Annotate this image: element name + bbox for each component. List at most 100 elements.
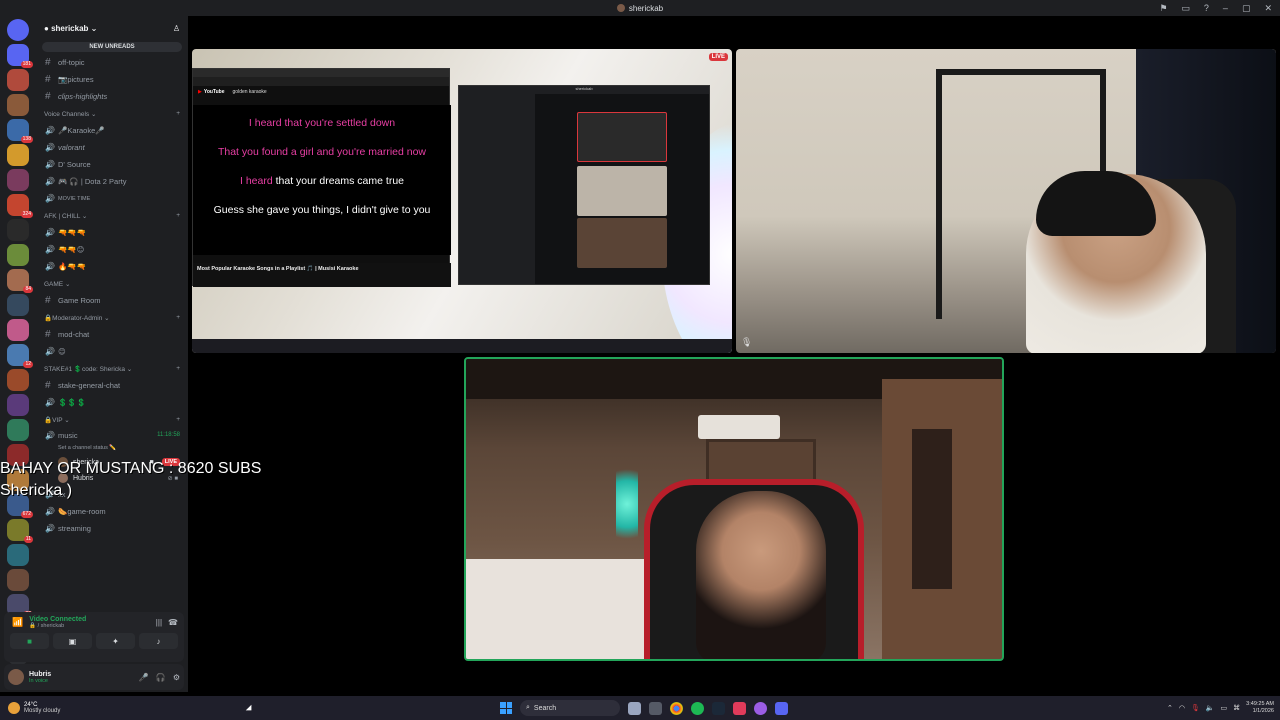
mic-icon[interactable]: 🎙 xyxy=(1191,704,1200,712)
mute-mic-icon[interactable]: 🎤 xyxy=(139,673,149,682)
settings-icon[interactable]: ⚙ xyxy=(173,673,180,682)
voice-channel-afk-3[interactable]: 🔊 🔥🔫🔫 xyxy=(36,258,188,275)
volume-icon[interactable]: 🔈 xyxy=(1206,704,1215,712)
voice-channel-streaming[interactable]: 🔊 streaming xyxy=(36,520,188,537)
server-icon[interactable] xyxy=(7,219,29,241)
channel-mod-chat[interactable]: # mod-chat xyxy=(36,326,188,343)
network-icon[interactable]: ⌘ xyxy=(1233,704,1240,712)
server-icon[interactable] xyxy=(7,319,29,341)
taskbar-search[interactable]: ⌕ Search xyxy=(520,700,620,716)
server-icon[interactable] xyxy=(7,169,29,191)
server-icon[interactable] xyxy=(7,419,29,441)
voice-channel-valorant[interactable]: 🔊 valorant xyxy=(36,139,188,156)
noise-suppression-icon[interactable]: ||| xyxy=(156,618,162,627)
app-icon[interactable] xyxy=(754,701,767,715)
taskbar-clock[interactable]: 3:49:25 AM 1/1/2026 xyxy=(1246,701,1274,715)
channel-clips-highlights[interactable]: # clips-highlights xyxy=(36,88,188,105)
voice-timer: 11:18:58 xyxy=(157,432,180,438)
soundboard-button[interactable]: ♪ xyxy=(139,633,178,649)
add-member-icon[interactable]: ♙ xyxy=(173,24,180,33)
channel-game-room[interactable]: # Game Room xyxy=(36,292,188,309)
voice-status[interactable]: Video Connected xyxy=(29,616,86,623)
add-channel-icon[interactable]: + xyxy=(176,110,180,117)
server-icon[interactable]: 12 xyxy=(7,344,33,368)
maximize-button[interactable]: ▢ xyxy=(1242,3,1251,14)
monitor-icon[interactable]: ▭ xyxy=(1181,3,1190,14)
category-vip[interactable]: 🔒VIP ⌄ + xyxy=(36,411,188,428)
inbox-icon[interactable]: ⚑ xyxy=(1159,3,1167,14)
channel-pictures[interactable]: # 📷pictures xyxy=(36,71,188,88)
server-icon[interactable] xyxy=(7,394,29,416)
start-button[interactable] xyxy=(500,702,512,714)
voice-channel-dsource[interactable]: 🔊 D' Source xyxy=(36,156,188,173)
server-icon[interactable]: 324 xyxy=(7,194,33,218)
stream-tile-screenshare[interactable]: YouTube golden karaoke I heard that you'… xyxy=(192,49,732,353)
category-voice[interactable]: Voice Channels ⌄ + xyxy=(36,105,188,122)
stream-tile-camera-shericka[interactable] xyxy=(464,357,1004,661)
voice-channel-path[interactable]: 🔒 / sherickab xyxy=(29,623,86,629)
server-icon[interactable]: 181 xyxy=(7,44,33,68)
category-afk[interactable]: AFK | CHILL ⌄ + xyxy=(36,207,188,224)
server-icon[interactable]: 138 xyxy=(7,119,33,143)
add-channel-icon[interactable]: + xyxy=(176,365,180,372)
close-button[interactable]: ✕ xyxy=(1264,3,1272,14)
chrome-icon[interactable] xyxy=(670,701,683,715)
category-label: VIP xyxy=(52,416,63,424)
tray-chevron-icon[interactable]: ⌃ xyxy=(1167,704,1173,712)
server-icon[interactable] xyxy=(7,369,29,391)
home-icon[interactable] xyxy=(7,19,29,41)
category-stake[interactable]: STAKE#1 💲code: Shericka ⌄ + xyxy=(36,360,188,377)
task-view-icon[interactable] xyxy=(649,701,662,715)
camera-button[interactable]: ■ xyxy=(10,633,49,649)
server-badge: 12 xyxy=(23,361,33,368)
wifi-icon[interactable]: ◠ xyxy=(1179,704,1185,712)
minimize-button[interactable]: – xyxy=(1223,3,1228,13)
widget-app-icon[interactable] xyxy=(628,701,641,715)
discord-icon[interactable] xyxy=(775,701,788,715)
server-icon[interactable]: 11 xyxy=(7,519,33,543)
category-mod[interactable]: 🔒Moderator-Admin ⌄ + xyxy=(36,309,188,326)
spotify-icon[interactable] xyxy=(691,701,704,715)
new-unreads-pill[interactable]: NEW UNREADS xyxy=(42,42,182,52)
voice-channel-music[interactable]: 🔊 music 11:18:58 xyxy=(36,428,188,442)
headphones-icon[interactable]: 🎧 xyxy=(156,673,166,682)
voice-channel-movie-time[interactable]: 🔊 MOVIE TIME xyxy=(36,190,188,207)
voice-channel-mod[interactable]: 🔊 😊 xyxy=(36,343,188,360)
screen-share-icon: ▣ xyxy=(68,636,77,646)
channel-stake-general-chat[interactable]: # stake-general-chat xyxy=(36,377,188,394)
guild-header[interactable]: ● sherickab ⌄ ♙ xyxy=(36,16,188,40)
stream-tile-camera-hubris[interactable]: 🎙 xyxy=(736,49,1276,353)
voice-channel-dota[interactable]: 🔊 🎮 🎧 | Dota 2 Party xyxy=(36,173,188,190)
overlay-goal-text: BAHAY OR MUSTANG : 8620 SUBS xyxy=(0,460,262,477)
server-icon[interactable] xyxy=(7,144,29,166)
avatar[interactable] xyxy=(8,669,24,685)
channel-off-topic[interactable]: # off-topic xyxy=(36,54,188,71)
share-screen-button[interactable]: ▣ xyxy=(53,633,92,649)
obs-app-icon[interactable] xyxy=(733,701,746,715)
voice-channel-game-room[interactable]: 🔊 🌭game-room xyxy=(36,503,188,520)
voice-channel-afk-1[interactable]: 🔊 🔫🔫🔫 xyxy=(36,224,188,241)
server-icon[interactable] xyxy=(7,244,29,266)
add-channel-icon[interactable]: + xyxy=(176,212,180,219)
display-icon[interactable]: ▭ xyxy=(1221,704,1228,712)
activities-button[interactable]: ✦ xyxy=(96,633,135,649)
server-icon[interactable] xyxy=(7,94,29,116)
voice-channel-afk-2[interactable]: 🔊 🔫🔫😊 xyxy=(36,241,188,258)
server-icon[interactable] xyxy=(7,69,29,91)
category-game[interactable]: GAME ⌄ xyxy=(36,275,188,292)
server-icon[interactable] xyxy=(7,294,29,316)
help-icon[interactable]: ? xyxy=(1204,3,1209,13)
add-channel-icon[interactable]: + xyxy=(176,416,180,423)
server-icon[interactable] xyxy=(7,544,29,566)
voice-channel-stake[interactable]: 🔊 💲💲💲 xyxy=(36,394,188,411)
steam-icon[interactable] xyxy=(712,701,725,715)
add-channel-icon[interactable]: + xyxy=(176,314,180,321)
disconnect-icon[interactable]: ☎ xyxy=(168,618,178,627)
voice-channel-karaoke[interactable]: 🔊 🎤Karaoke🎤 xyxy=(36,122,188,139)
weather-widget[interactable]: 24°C Mostly cloudy xyxy=(0,702,60,714)
user-name[interactable]: Hubris xyxy=(29,671,51,678)
channel-status-hint[interactable]: Set a channel status ✏️ xyxy=(36,442,188,454)
server-icon[interactable] xyxy=(7,569,29,591)
signal-icon[interactable]: 📶 xyxy=(12,617,23,628)
server-icon[interactable]: 84 xyxy=(7,269,33,293)
